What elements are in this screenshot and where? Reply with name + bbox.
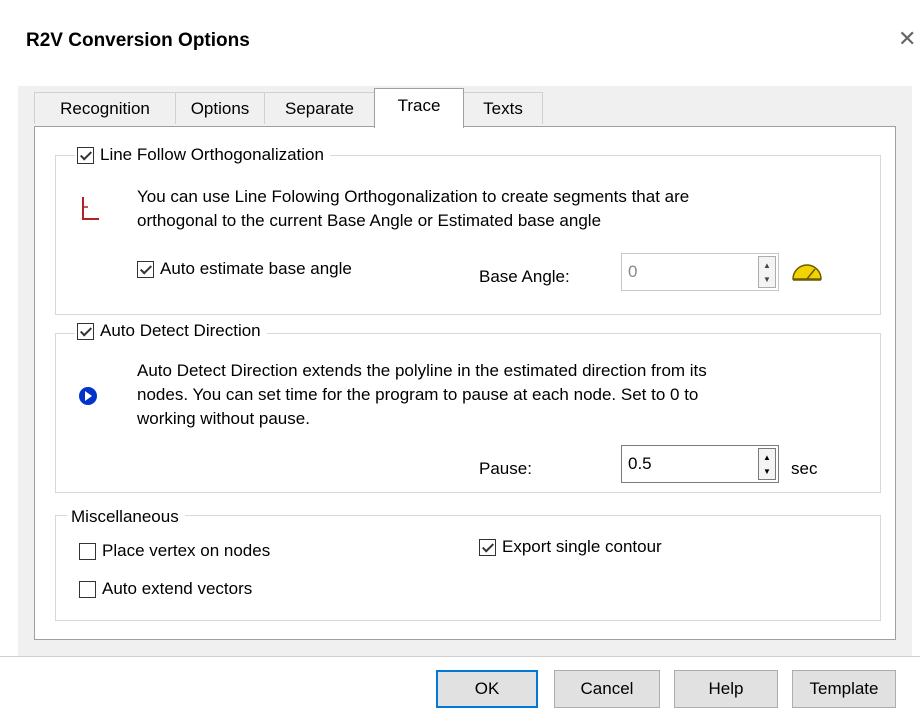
auto-detect-checkbox-row[interactable]: Auto Detect Direction [75,321,267,341]
spin-down-icon[interactable]: ▼ [763,276,771,284]
tab-texts[interactable]: Texts [463,92,543,124]
base-angle-spinner[interactable]: 0 ▲ ▼ [621,253,779,291]
misc-legend: Miscellaneous [67,507,185,527]
auto-estimate-checkbox[interactable] [137,260,154,278]
close-icon[interactable]: ✕ [898,26,916,52]
base-angle-value: 0 [628,262,638,281]
export-single-checkbox[interactable] [479,538,496,556]
line-follow-description-2: orthogonal to the current Base Angle or … [137,211,602,230]
tab-recognition[interactable]: Recognition [34,92,176,124]
dialog-title: R2V Conversion Options [26,30,250,51]
place-vertex-label: Place vertex on nodes [102,541,271,560]
tab-trace[interactable]: Trace [374,88,464,128]
export-single-label: Export single contour [502,537,662,556]
place-vertex-checkbox[interactable] [79,542,96,560]
auto-detect-label: Auto Detect Direction [100,321,261,340]
footer-separator [0,656,920,657]
base-angle-label: Base Angle: [479,267,570,286]
cancel-button[interactable]: Cancel [554,670,660,708]
auto-estimate-row[interactable]: Auto estimate base angle [137,259,352,279]
pause-label: Pause: [479,459,532,478]
orthogonal-angle-icon [82,197,99,220]
auto-detect-checkbox[interactable] [77,322,94,340]
base-angle-spin-buttons[interactable]: ▲ ▼ [758,256,776,288]
direction-arrow-icon [79,387,97,405]
trace-panel: Line Follow Orthogonalization You can us… [34,126,896,640]
template-button[interactable]: Template [792,670,896,708]
spin-up-icon[interactable]: ▲ [763,262,771,270]
place-vertex-row[interactable]: Place vertex on nodes [79,541,270,561]
auto-extend-checkbox[interactable] [79,580,96,598]
pause-value: 0.5 [628,454,652,473]
auto-detect-description-1: Auto Detect Direction extends the polyli… [137,361,707,380]
auto-detect-description-3: working without pause. [137,409,310,428]
export-single-row[interactable]: Export single contour [479,537,662,557]
protractor-icon[interactable] [791,261,823,283]
auto-detect-description-2: nodes. You can set time for the program … [137,385,699,404]
misc-group [55,515,881,621]
spin-up-icon[interactable]: ▲ [763,454,771,462]
auto-extend-row[interactable]: Auto extend vectors [79,579,252,599]
spin-down-icon[interactable]: ▼ [763,468,771,476]
tab-options[interactable]: Options [175,92,265,124]
line-follow-description-1: You can use Line Folowing Orthogonalizat… [137,187,690,206]
ok-button[interactable]: OK [436,670,538,708]
auto-estimate-label: Auto estimate base angle [160,259,352,278]
line-follow-label: Line Follow Orthogonalization [100,145,324,164]
help-button[interactable]: Help [674,670,778,708]
pause-spin-buttons[interactable]: ▲ ▼ [758,448,776,480]
pause-spinner[interactable]: 0.5 ▲ ▼ [621,445,779,483]
pause-unit: sec [791,459,818,478]
line-follow-checkbox[interactable] [77,146,94,164]
tab-separate[interactable]: Separate [264,92,375,124]
auto-extend-label: Auto extend vectors [102,579,253,598]
line-follow-group [55,155,881,315]
line-follow-checkbox-row[interactable]: Line Follow Orthogonalization [75,145,330,165]
